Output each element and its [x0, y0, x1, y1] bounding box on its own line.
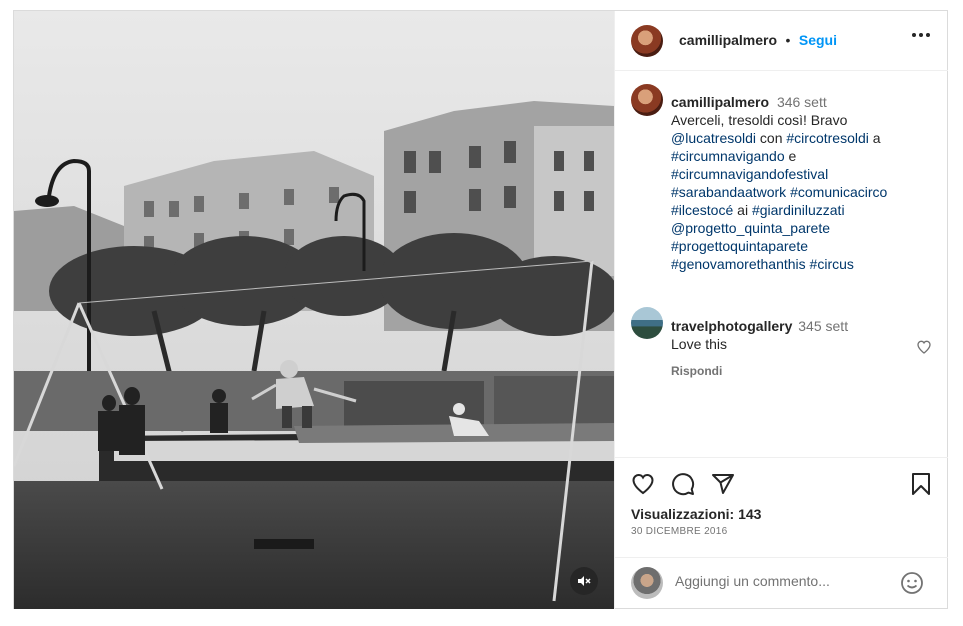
hashtag-sarabandaatwork[interactable]: #sarabandaatwork	[671, 184, 786, 200]
comments-section: camillipalmero 346 sett Averceli, tresol…	[615, 71, 948, 456]
caption-username[interactable]: camillipalmero	[671, 94, 769, 110]
post-side-panel: camillipalmero • Segui camillipalmero 34…	[614, 11, 948, 609]
current-user-avatar	[631, 567, 663, 599]
caption-word: con	[756, 130, 787, 146]
emoji-icon[interactable]	[900, 571, 924, 595]
hashtag-progettoquintaparete[interactable]: #progettoquintaparete	[671, 238, 808, 254]
reply-button[interactable]: Rispondi	[671, 364, 722, 378]
hashtag-circotresoldi[interactable]: #circotresoldi	[786, 130, 868, 146]
hashtag-circumnavigando[interactable]: #circumnavigando	[671, 148, 785, 164]
comment-input[interactable]	[675, 573, 895, 589]
caption-word: ai	[733, 202, 752, 218]
comment-time[interactable]: 345 sett	[798, 318, 848, 334]
post-photo	[14, 11, 614, 609]
mention-progetto-quinta-parete[interactable]: @progetto_quinta_parete	[671, 220, 830, 236]
hashtag-giardiniluzzati[interactable]: #giardiniluzzati	[752, 202, 845, 218]
separator-dot: •	[785, 32, 791, 48]
hashtag-circumnavigandofestival[interactable]: #circumnavigandofestival	[671, 166, 828, 182]
commenter-username[interactable]: travelphotogallery	[671, 318, 792, 334]
caption: camillipalmero 346 sett Averceli, tresol…	[671, 93, 931, 273]
hashtag-circus[interactable]: #circus	[810, 256, 854, 272]
views-count[interactable]: Visualizzazioni: 143	[631, 506, 761, 522]
post-media[interactable]	[14, 11, 614, 609]
post-header: camillipalmero • Segui	[615, 11, 948, 71]
hashtag-genovamorethanthis[interactable]: #genovamorethanthis	[671, 256, 806, 272]
caption-word: e	[784, 148, 797, 164]
commenter-avatar[interactable]	[631, 307, 663, 339]
caption-time[interactable]: 346 sett	[777, 94, 827, 110]
caption-avatar[interactable]	[631, 84, 663, 116]
hashtag-comunicacirco[interactable]: #comunicacirco	[790, 184, 887, 200]
share-send-icon[interactable]	[711, 472, 735, 496]
like-heart-icon[interactable]	[631, 472, 655, 496]
save-bookmark-icon[interactable]	[909, 472, 933, 496]
author-avatar[interactable]	[631, 25, 663, 57]
comment: travelphotogallery 345 sett Love this Ri…	[671, 317, 901, 380]
mention-lucatresoldi[interactable]: @lucatresoldi	[671, 130, 756, 146]
follow-button[interactable]: Segui	[799, 32, 837, 48]
speaker-muted-icon	[578, 576, 591, 586]
instagram-post: camillipalmero • Segui camillipalmero 34…	[13, 10, 948, 609]
add-comment-bar	[615, 557, 948, 609]
more-horizontal-icon[interactable]	[912, 33, 930, 37]
post-actions: Visualizzazioni: 143 30 DICEMBRE 2016	[615, 457, 948, 557]
like-comment-heart-icon[interactable]	[916, 339, 932, 355]
author-username[interactable]: camillipalmero	[679, 32, 777, 48]
mute-button[interactable]	[570, 567, 598, 595]
caption-text-line: Averceli, tresoldi così! Bravo	[671, 112, 848, 128]
comment-bubble-icon[interactable]	[671, 472, 695, 496]
post-date[interactable]: 30 DICEMBRE 2016	[631, 526, 728, 537]
comment-text: Love this	[671, 336, 728, 352]
caption-word: a	[868, 130, 881, 146]
hashtag-ilcestoce[interactable]: #ilcestocé	[671, 202, 733, 218]
